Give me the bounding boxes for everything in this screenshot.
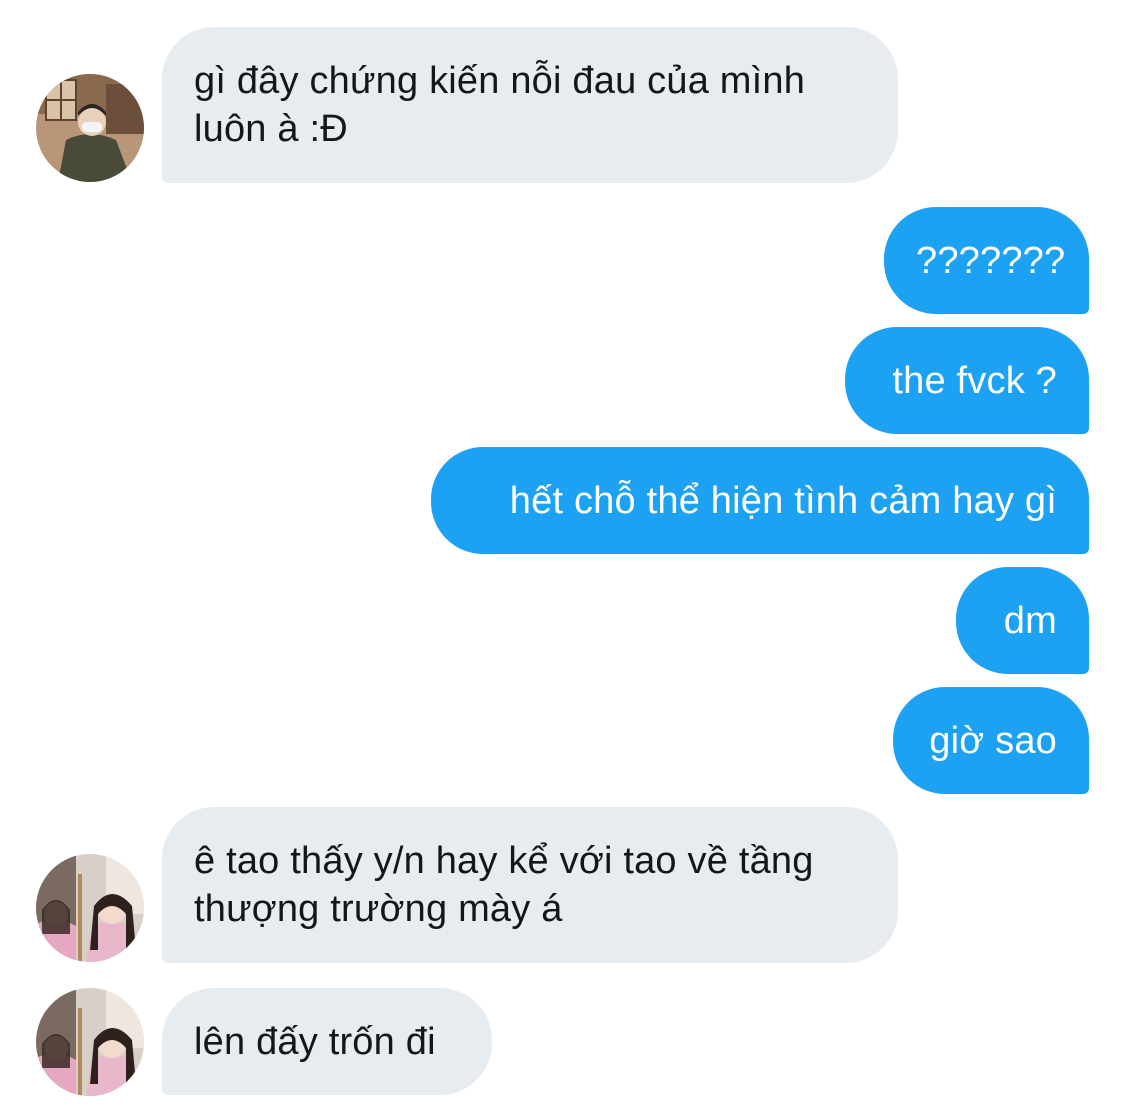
sender-avatar[interactable]: [36, 854, 144, 962]
conversation-thread: gì đây chứng kiến nỗi đau của mình luôn …: [0, 0, 1125, 1116]
message-bubble-incoming[interactable]: lên đấy trốn đi: [162, 988, 492, 1095]
message-bubble-outgoing[interactable]: the fvck ?: [845, 327, 1089, 434]
avatar-man-masked-icon: [36, 74, 144, 182]
sender-avatar[interactable]: [36, 74, 144, 182]
message-bubble-outgoing[interactable]: ???????: [884, 207, 1089, 314]
message-bubble-outgoing[interactable]: giờ sao: [893, 687, 1089, 794]
message-bubble-outgoing[interactable]: dm: [956, 567, 1089, 674]
avatar-girl-pink-icon: [36, 854, 144, 962]
avatar-girl-pink-icon: [36, 988, 144, 1096]
message-bubble-incoming[interactable]: gì đây chứng kiến nỗi đau của mình luôn …: [162, 27, 898, 183]
sender-avatar[interactable]: [36, 988, 144, 1096]
message-bubble-outgoing[interactable]: hết chỗ thể hiện tình cảm hay gì: [431, 447, 1089, 554]
message-bubble-incoming[interactable]: ê tao thấy y/n hay kể với tao về tầng th…: [162, 807, 898, 963]
